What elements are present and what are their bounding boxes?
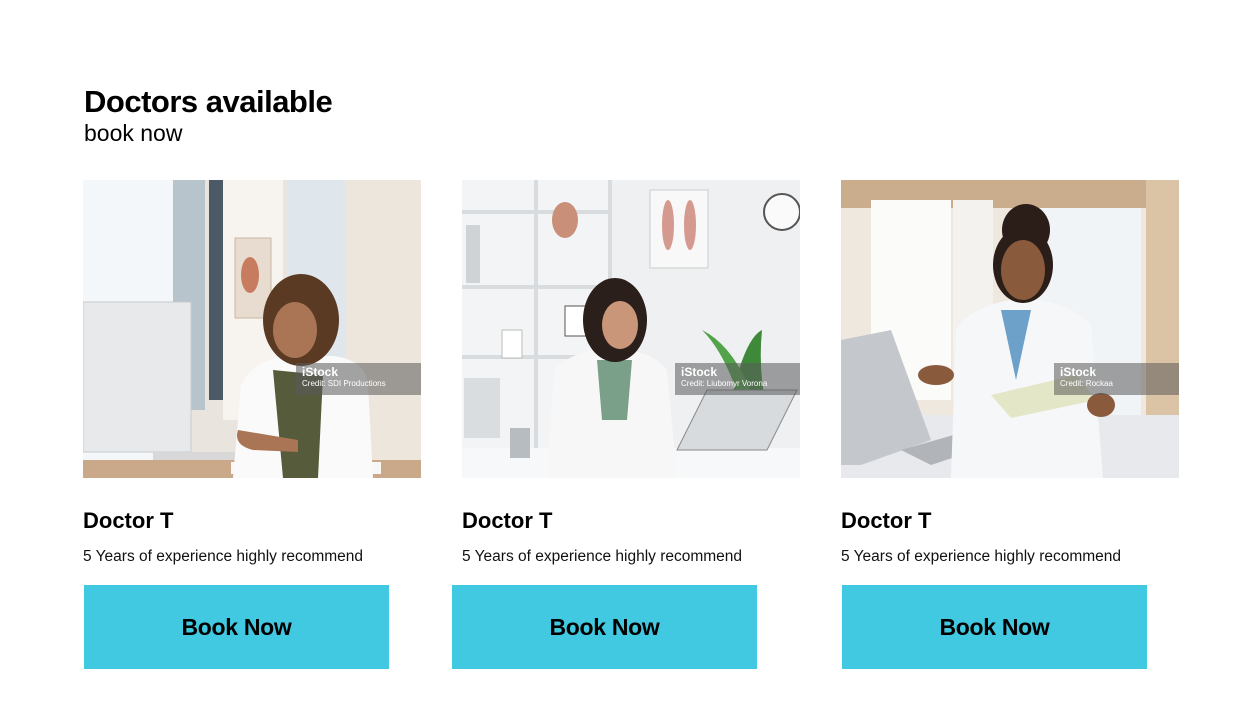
doctor-name: Doctor T — [841, 508, 932, 533]
watermark: iStock Credit: Liubomyr Vorona — [675, 363, 800, 395]
book-now-button[interactable]: Book Now — [842, 585, 1147, 669]
doctor-photo: iStock Credit: SDI Productions — [83, 180, 421, 478]
watermark-brand: iStock — [302, 365, 339, 379]
doctor-description: 5 Years of experience highly recommend — [841, 548, 1122, 565]
doctor-photo: iStock Credit: Rockaa — [841, 180, 1179, 478]
doctor-description: 5 Years of experience highly recommend — [83, 548, 364, 565]
doctor-name: Doctor T — [462, 508, 553, 533]
doctor-card: iStock Credit: Rockaa Doctor T 5 Years o… — [841, 180, 1179, 669]
page-title: Doctors available — [84, 84, 333, 119]
watermark-credit: Credit: Liubomyr Vorona — [681, 379, 768, 388]
doctor-card: iStock Credit: Liubomyr Vorona Doctor T … — [452, 180, 800, 669]
watermark: iStock Credit: SDI Productions — [296, 363, 421, 395]
doctor-card: iStock Credit: SDI Productions Doctor T … — [83, 180, 421, 669]
watermark: iStock Credit: Rockaa — [1054, 363, 1179, 395]
page-subtitle: book now — [84, 120, 183, 146]
doctor-description: 5 Years of experience highly recommend — [462, 548, 743, 565]
watermark-brand: iStock — [681, 365, 718, 379]
watermark-credit: Credit: Rockaa — [1060, 379, 1113, 388]
book-now-button[interactable]: Book Now — [84, 585, 389, 669]
doctor-photo: iStock Credit: Liubomyr Vorona — [462, 180, 800, 478]
doctor-name: Doctor T — [83, 508, 174, 533]
watermark-credit: Credit: SDI Productions — [302, 379, 386, 388]
book-now-button[interactable]: Book Now — [452, 585, 757, 669]
watermark-brand: iStock — [1060, 365, 1097, 379]
